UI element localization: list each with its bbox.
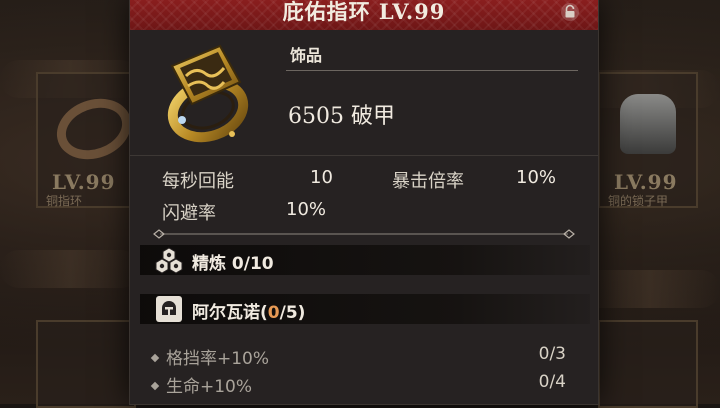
background-card-level: LV.99 <box>52 170 116 194</box>
background-item-card-left-lower[interactable] <box>36 320 136 408</box>
helmet-icon <box>156 296 182 322</box>
set-bonus-item: 生命+10% <box>150 372 253 397</box>
section-divider <box>130 155 598 156</box>
stat-value-dodge: 10% <box>286 199 327 220</box>
refine-label-text: 精炼 <box>192 254 226 274</box>
stat-label-dodge: 闪避率 <box>162 203 216 224</box>
background-card-name: 铜的锁子甲 <box>608 194 669 208</box>
set-name: 阿尔瓦诺 <box>192 303 260 323</box>
set-bonus-progress: 0/4 <box>538 372 566 392</box>
background-streak <box>0 250 140 288</box>
main-stat: 6505 破甲 <box>288 98 395 130</box>
set-total: /5) <box>279 303 306 323</box>
item-category: 饰品 <box>290 46 323 65</box>
set-open: ( <box>260 303 268 323</box>
stat-value-crit-multiplier: 10% <box>516 167 557 188</box>
set-current-count: 0 <box>267 303 280 323</box>
category-divider <box>286 70 578 71</box>
stat-label-crit-multiplier: 暴击倍率 <box>392 171 464 192</box>
stat-value-energy-regen: 10 <box>310 167 333 188</box>
background-item-card-left[interactable]: LV.99 铜指环 <box>36 72 140 208</box>
refine-label: 精炼 0/10 <box>192 249 274 274</box>
set-label: 阿尔瓦诺(0/5) <box>192 298 305 323</box>
title-bar: 庇佑指环 LV.99 <box>130 0 598 30</box>
honeycomb-icon <box>155 247 183 274</box>
ornamental-divider <box>153 229 575 239</box>
ring-icon <box>167 44 249 143</box>
refine-value: 0/10 <box>231 254 274 274</box>
diamond-bullet-icon <box>150 381 160 391</box>
refine-bar[interactable]: 精炼 0/10 <box>140 245 590 275</box>
background-item-card-right[interactable]: LV.99 铜的锁子甲 <box>598 72 698 208</box>
background-card-name: 铜指环 <box>46 194 83 208</box>
stat-label-energy-regen: 每秒回能 <box>162 171 234 192</box>
ring-icon <box>48 88 140 170</box>
armor-icon <box>620 94 676 154</box>
set-bonus-label: 格挡率+10% <box>166 349 270 369</box>
item-detail-panel: 庇佑指环 LV.99 饰品 6505 破甲 每秒回能 10 暴击倍率 10% 闪… <box>130 0 598 404</box>
main-stat-value: 6505 <box>288 104 344 129</box>
set-bonus-label: 生命+10% <box>166 377 253 397</box>
background-streak <box>580 270 720 308</box>
background-item-card-right-lower[interactable] <box>598 320 698 408</box>
set-bonus-item: 格挡率+10% <box>150 344 270 369</box>
set-bar[interactable]: 阿尔瓦诺(0/5) <box>140 294 590 324</box>
background-card-level: LV.99 <box>614 170 678 194</box>
item-title: 庇佑指环 LV.99 <box>282 0 446 24</box>
diamond-bullet-icon <box>150 353 160 363</box>
set-bonus-progress: 0/3 <box>538 344 566 364</box>
main-stat-name: 破甲 <box>351 104 396 129</box>
lock-icon[interactable] <box>560 2 580 22</box>
